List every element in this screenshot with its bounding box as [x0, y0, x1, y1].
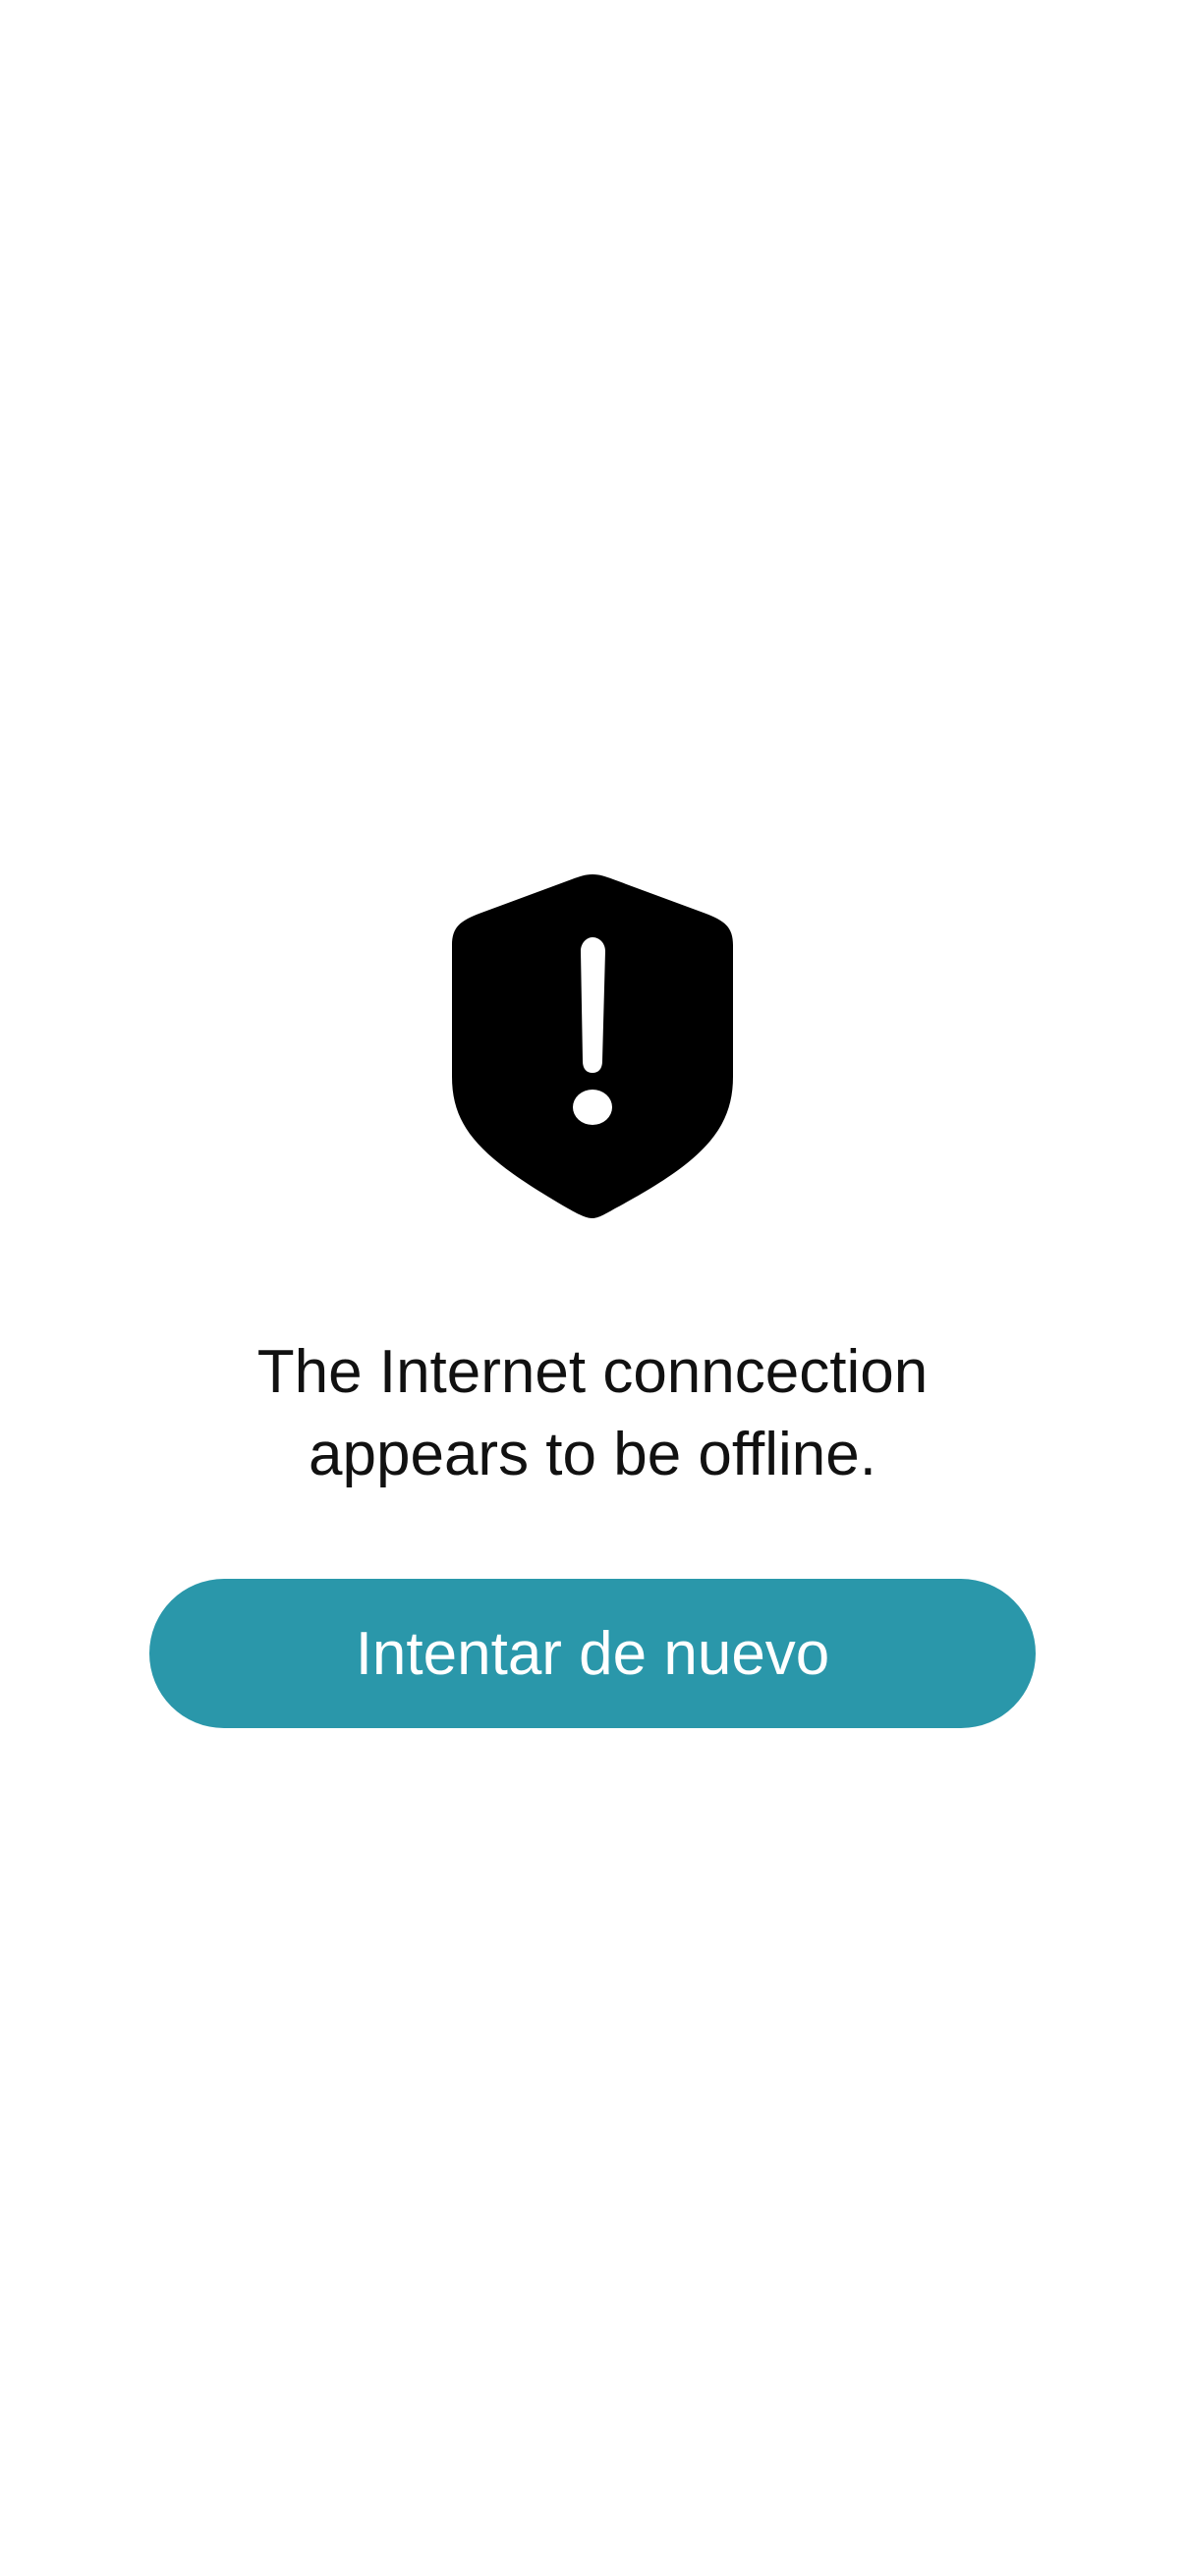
offline-message: The Internet conncection appears to be o… [256, 1338, 929, 1488]
retry-button[interactable]: Intentar de nuevo [149, 1579, 1036, 1728]
offline-screen: The Internet conncection appears to be o… [0, 0, 1185, 2576]
shield-exclamation-icon [450, 872, 735, 1218]
